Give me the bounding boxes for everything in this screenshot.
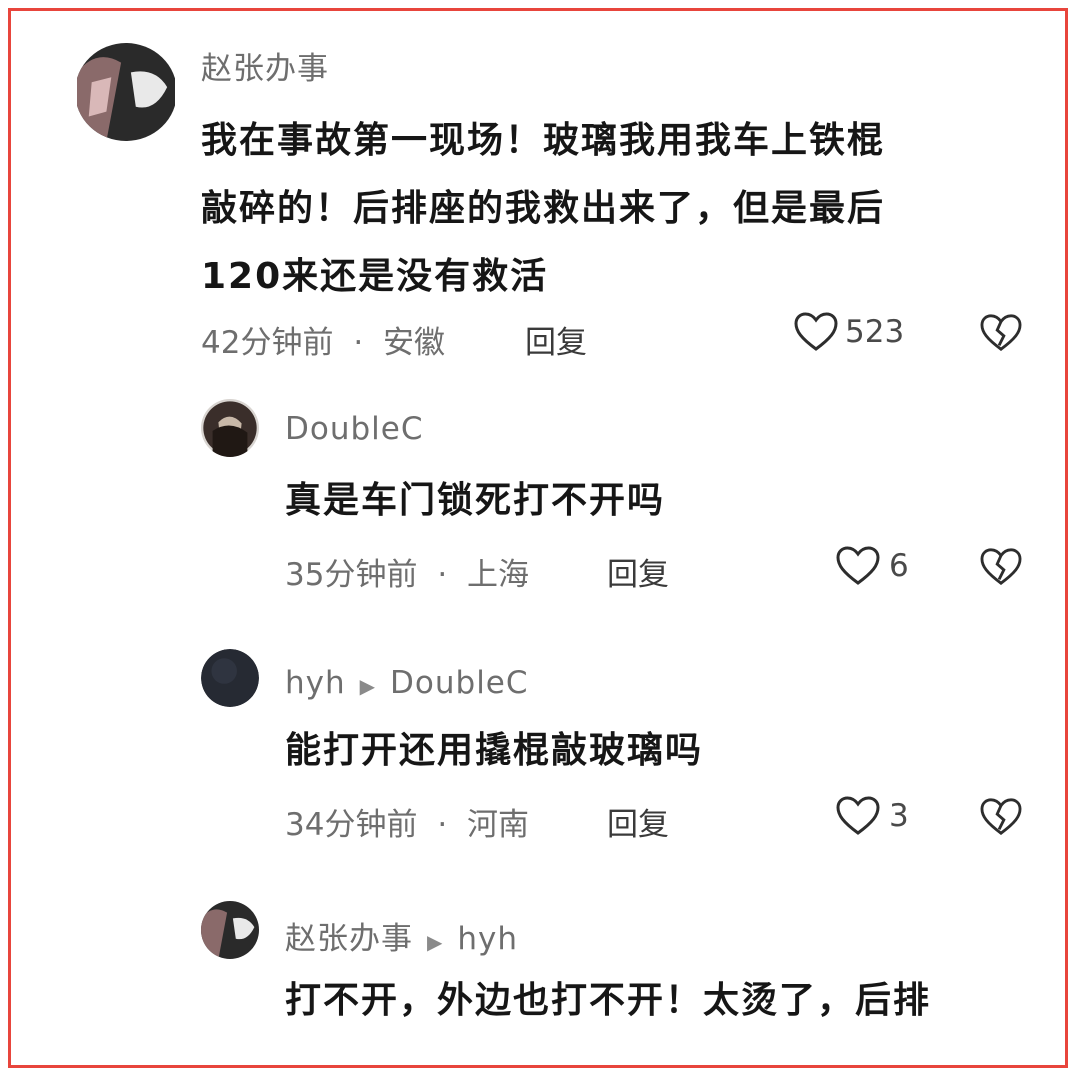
comment-meta: 42分钟前 · 安徽	[201, 317, 445, 362]
like-count: 6	[889, 548, 909, 584]
reply-target[interactable]: hyh	[457, 921, 518, 957]
reply-text-line: 打不开，外边也打不开！太烫了，后排	[285, 980, 932, 1021]
like-count: 3	[889, 798, 909, 834]
reply-text-line: 能打开还用撬棍敲玻璃吗	[285, 730, 704, 771]
reply-arrow-icon: ▶	[359, 674, 377, 698]
reply-button[interactable]: 回复	[525, 317, 587, 362]
reply-arrow-icon: ▶	[427, 930, 444, 954]
reply-text-line: 真是车门锁死打不开吗	[285, 480, 666, 521]
reply-button[interactable]: 回复	[607, 799, 669, 844]
meta-separator: ·	[353, 325, 364, 361]
reply-button[interactable]: 回复	[607, 549, 669, 594]
broken-heart-icon	[979, 548, 1023, 591]
heart-outline-icon	[835, 795, 881, 837]
like-button[interactable]: 6	[835, 545, 909, 587]
like-count: 523	[845, 314, 905, 350]
reply-meta: 35分钟前 · 上海	[285, 549, 529, 594]
reply-target[interactable]: DoubleC	[390, 665, 529, 701]
comment-item: 赵张办事 我在事故第一现场！玻璃我用我车上铁棍 敲碎的！后排座的我救出来了，但是…	[11, 11, 1065, 381]
comment-text-line: 敲碎的！后排座的我救出来了，但是最后	[201, 188, 886, 229]
reply-username: 赵张办事 ▶ hyh	[285, 913, 518, 958]
reply-time: 35分钟前	[285, 557, 418, 593]
meta-separator: ·	[437, 807, 448, 843]
reply-username: hyh ▶ DoubleC	[285, 665, 529, 701]
avatar[interactable]	[201, 649, 259, 707]
comment-time: 42分钟前	[201, 325, 334, 361]
reply-text: 真是车门锁死打不开吗	[285, 473, 665, 529]
dislike-button[interactable]	[979, 797, 1023, 841]
reply-item: hyh ▶ DoubleC 能打开还用撬棍敲玻璃吗 34分钟前 · 河南 回复 3	[11, 631, 1065, 861]
meta-separator: ·	[437, 557, 448, 593]
comment-text-line: 我在事故第一现场！玻璃我用我车上铁棍	[201, 120, 886, 161]
heart-outline-icon	[835, 545, 881, 587]
comment-location: 安徽	[383, 325, 446, 361]
reply-author[interactable]: hyh	[285, 665, 346, 701]
reply-location: 河南	[467, 807, 530, 843]
comment-username[interactable]: 赵张办事	[201, 43, 329, 88]
reply-location: 上海	[467, 557, 530, 593]
broken-heart-icon	[979, 314, 1023, 357]
reply-author[interactable]: 赵张办事	[285, 921, 413, 957]
avatar[interactable]	[201, 901, 259, 959]
dislike-button[interactable]	[979, 313, 1023, 357]
like-button[interactable]: 3	[835, 795, 909, 837]
comment-panel: 赵张办事 我在事故第一现场！玻璃我用我车上铁棍 敲碎的！后排座的我救出来了，但是…	[8, 8, 1068, 1068]
reply-meta: 34分钟前 · 河南	[285, 799, 529, 844]
reply-text: 能打开还用撬棍敲玻璃吗	[285, 723, 703, 779]
reply-time: 34分钟前	[285, 807, 418, 843]
dislike-button[interactable]	[979, 547, 1023, 591]
heart-outline-icon	[793, 311, 839, 353]
like-button[interactable]: 523	[793, 311, 904, 353]
broken-heart-icon	[979, 798, 1023, 841]
comment-text: 我在事故第一现场！玻璃我用我车上铁棍 敲碎的！后排座的我救出来了，但是最后 12…	[201, 107, 885, 311]
reply-item: DoubleC 真是车门锁死打不开吗 35分钟前 · 上海 回复 6	[11, 381, 1065, 611]
comment-text-line: 120来还是没有救活	[201, 256, 549, 297]
reply-item: 赵张办事 ▶ hyh 打不开，外边也打不开！太烫了，后排	[11, 881, 1065, 1051]
avatar[interactable]	[75, 43, 177, 141]
avatar[interactable]	[201, 399, 259, 457]
reply-username[interactable]: DoubleC	[285, 411, 424, 447]
reply-text: 打不开，外边也打不开！太烫了，后排	[285, 973, 931, 1029]
